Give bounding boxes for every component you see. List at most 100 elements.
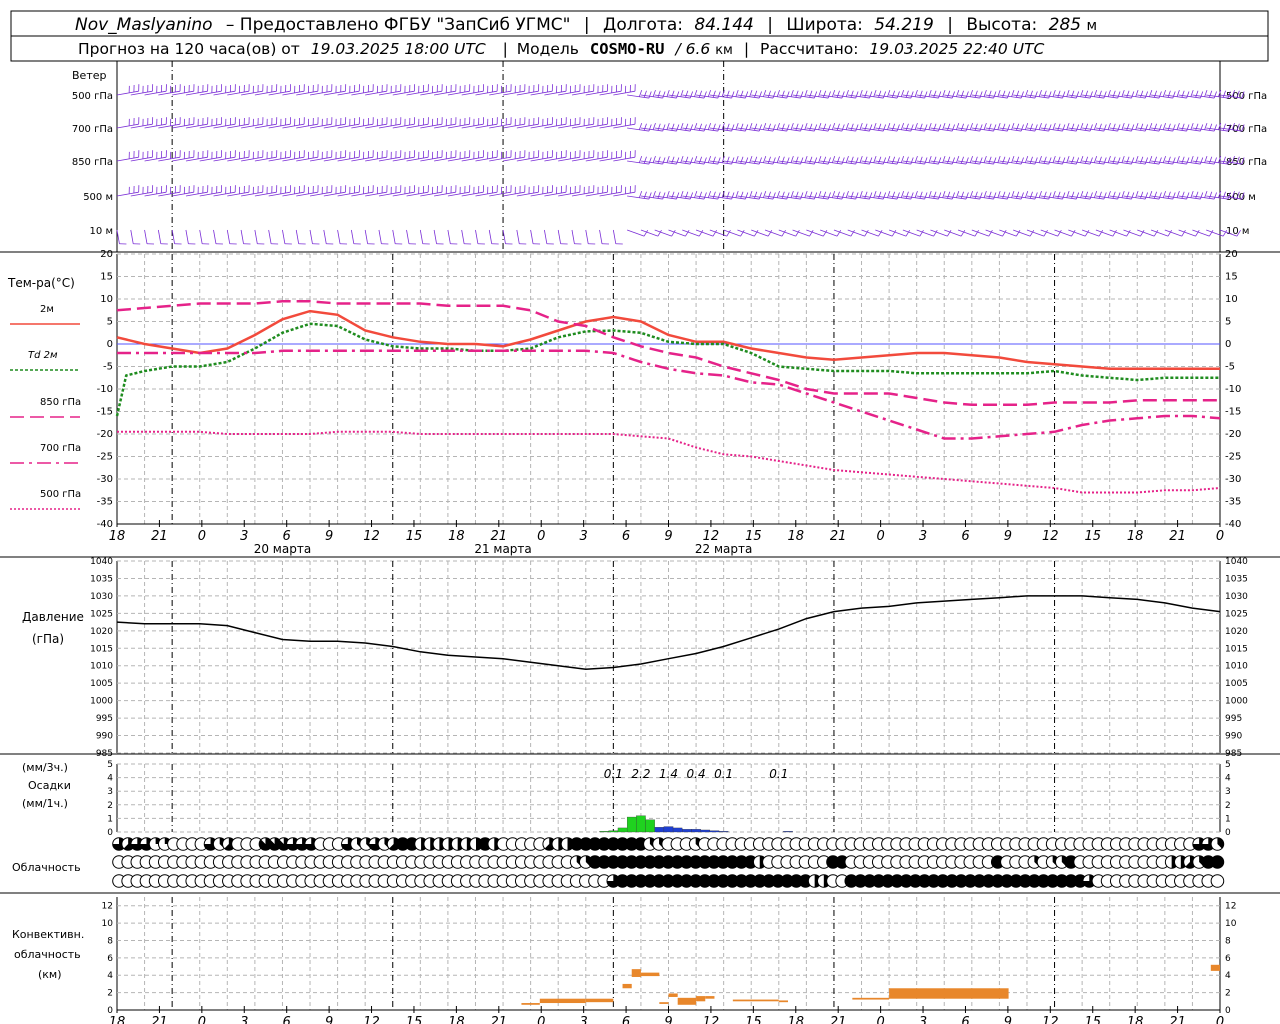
wind-barb-feather (1213, 192, 1217, 200)
wind-barb-feather (997, 89, 1001, 97)
time-tick-label: 6 (622, 1015, 630, 1024)
forecast-prefix: Прогноз на 120 часа(ов) от (78, 40, 300, 58)
day-label: 22 марта (695, 542, 752, 556)
wind-barb-feather (648, 157, 652, 165)
wind-barb-feather (919, 90, 923, 98)
wind-barb (806, 229, 824, 237)
y-tick-label-left: 3 (107, 787, 113, 797)
y-tick-label-left: 4 (107, 971, 113, 981)
wind-barb-feather (924, 124, 928, 132)
wind-barb-feather (896, 157, 900, 165)
wind-barb-feather (850, 123, 854, 131)
wind-barb (254, 229, 258, 244)
wind-barb-feather (1131, 91, 1135, 99)
wind-barb-feather (1098, 123, 1102, 131)
wind-barb (861, 229, 879, 237)
wind-barb-feather (1025, 122, 1029, 130)
wind-barb-feather (685, 156, 689, 164)
wind-barb-feather (1089, 157, 1093, 165)
wind-level-label-left: 10 м (90, 226, 113, 237)
wind-barb (433, 229, 437, 244)
wind-title: Ветер (72, 69, 106, 82)
wind-barb-feather (781, 90, 785, 98)
wind-barb-feather (910, 91, 914, 99)
precip-bar (709, 830, 720, 833)
precip-bar (608, 830, 619, 833)
wind-barb-feather (1034, 157, 1038, 165)
wind-barb-feather (1167, 156, 1171, 164)
wind-barb (847, 229, 865, 237)
wind-barb-feather (1112, 156, 1116, 164)
wind-barb-feather (951, 192, 955, 200)
wind-barb-feather (740, 156, 744, 164)
wind-barb-feather (1158, 192, 1162, 200)
wind-barb-feather (933, 90, 937, 98)
wind-barb-feather (988, 156, 992, 164)
wind-barb-feather (933, 191, 937, 199)
wind-barb-feather (882, 91, 887, 99)
convective-bar (889, 988, 1009, 999)
wind-barb-feather (831, 89, 836, 97)
wind-barb-feather (1048, 91, 1052, 99)
y-tick-label-left: 5 (107, 760, 113, 770)
time-tick-label: 21 (1169, 1015, 1186, 1024)
precip-3h-total: 1.4 (659, 767, 678, 781)
wind-barb-feather (657, 123, 661, 131)
y-tick-label-right: 5 (1225, 760, 1231, 770)
y-tick-label-left: -10 (97, 384, 113, 395)
wind-barb (764, 229, 783, 237)
wind-barb-feather (740, 90, 744, 98)
precip-bar (654, 827, 665, 833)
wind-barb-feather (869, 157, 873, 165)
wind-barb (461, 229, 465, 244)
wind-barb-feather (676, 91, 680, 99)
y-tick-label-right: 3 (1225, 787, 1231, 797)
wind-barb-feather (1057, 123, 1061, 131)
y-tick-label-right: 10 (1225, 294, 1238, 305)
wind-barb-feather (758, 192, 762, 200)
y-tick-label-left: -15 (97, 407, 113, 418)
wind-barb (778, 229, 796, 237)
wind-barb-feather (758, 124, 762, 132)
wind-barb (309, 229, 313, 244)
wind-barb-feather (1038, 155, 1042, 163)
wind-barb-feather (1195, 156, 1199, 164)
y-tick-label-left: 1010 (90, 662, 113, 672)
wind-barb-feather (662, 91, 666, 99)
wind-barb-feather (1029, 123, 1033, 131)
wind-barb-feather (717, 157, 721, 165)
wind-barb-feather (974, 191, 978, 199)
wind-barb-feather (745, 124, 749, 132)
wind-barb-feather (855, 124, 859, 132)
y-tick-label-left: -20 (97, 429, 113, 440)
wind-barb-feather (707, 122, 712, 130)
wind-barb-feather (671, 156, 675, 164)
wind-barb-feather (864, 90, 868, 98)
wind-barb-feather (878, 123, 882, 131)
wind-barb-feather (731, 124, 735, 132)
convective-ylabel-3: (км) (38, 968, 62, 981)
wind-barb-feather (1002, 90, 1006, 98)
wind-barb-feather (1121, 190, 1125, 198)
wind-barb-feather (914, 155, 918, 163)
wind-barb-feather (1186, 157, 1190, 165)
wind-barb (516, 229, 520, 244)
wind-barb-feather (1062, 91, 1066, 99)
wind-barb-feather (1204, 89, 1208, 97)
wind-barb-feather (887, 190, 891, 198)
wind-barb-feather (928, 190, 932, 198)
wind-barb-feather (809, 156, 813, 164)
wind-barb-feather (878, 90, 882, 98)
convective-bar (705, 996, 715, 999)
y-tick-label-right: -20 (1225, 429, 1241, 440)
cloud-symbol (1210, 874, 1225, 888)
wind-barb-feather (951, 157, 955, 165)
wind-barb-feather (1209, 156, 1213, 164)
precip-bar (617, 827, 628, 833)
time-tick-label: 18 (448, 529, 465, 544)
wind-barb-feather (795, 156, 799, 164)
wind-barb-feather (869, 91, 873, 99)
wind-barb-feather (767, 191, 771, 199)
convective-bar (677, 997, 697, 1005)
time-tick-label: 15 (1084, 529, 1101, 544)
